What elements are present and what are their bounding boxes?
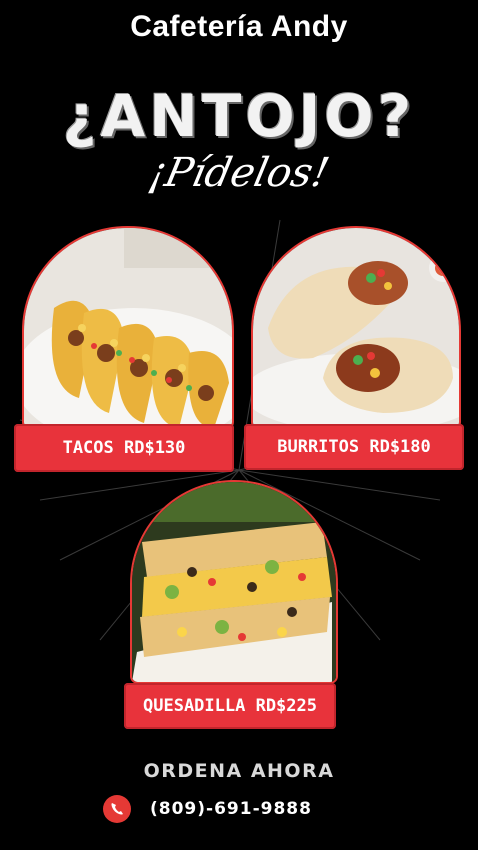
tacos-price-text: TACOS RD$130 [62, 438, 186, 458]
burritos-price-label: BURRITOS RD$180 [244, 424, 464, 470]
quesadilla-price-text: QUESADILLA RD$225 [143, 696, 317, 716]
quesadilla-price-label: QUESADILLA RD$225 [124, 683, 336, 729]
quesadilla-image [130, 480, 338, 684]
tacos-image [22, 226, 234, 430]
cafe-name: Cafetería Andy [130, 10, 348, 43]
burritos-price-text: BURRITOS RD$180 [277, 437, 431, 457]
burritos-image [251, 226, 461, 430]
phone-number[interactable]: (809)-691-9888 [150, 799, 312, 819]
order-now-text: ORDENA AHORA [143, 760, 335, 782]
headline: ¿ANTOJO? [62, 82, 416, 150]
subheadline: ¡Pídelos! [144, 150, 334, 196]
phone-icon [103, 795, 131, 823]
tacos-price-label: TACOS RD$130 [14, 424, 234, 472]
